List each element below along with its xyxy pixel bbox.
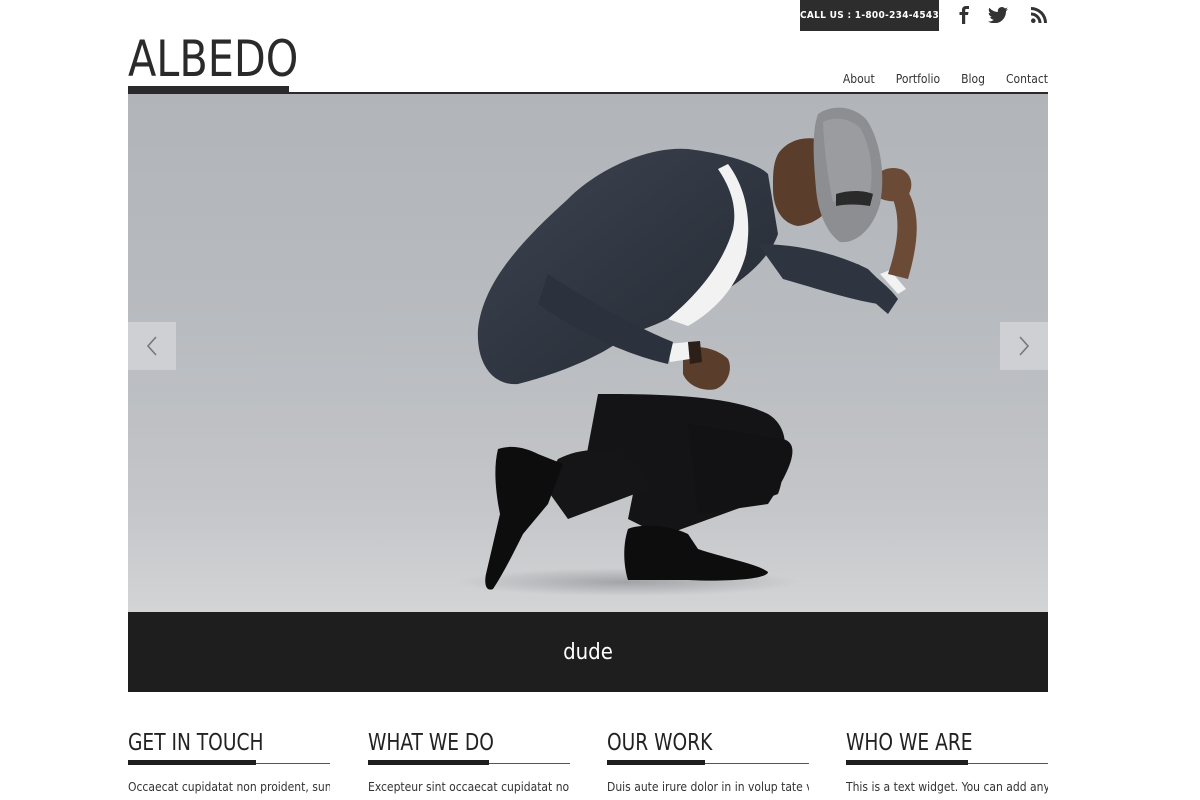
facebook-icon[interactable] [954, 5, 974, 25]
main-nav: About Portfolio Blog Contact [822, 72, 1048, 90]
widget-text: Excepteur sint occaecat cupidatat non [368, 780, 570, 794]
call-us-badge: CALL US : 1-800-234-4543 [800, 0, 939, 31]
widget-title: WHO WE ARE [846, 730, 973, 756]
chevron-right-icon [1019, 336, 1030, 356]
slide-photo [458, 107, 917, 596]
widget-title: OUR WORK [607, 730, 713, 756]
widget-title: GET IN TOUCH [128, 730, 264, 756]
widget-who-we-are: WHO WE ARE This is a text widget. You ca… [846, 728, 1048, 794]
widget-underline [128, 760, 330, 765]
widget-what-we-do: WHAT WE DO Excepteur sint occaecat cupid… [368, 728, 570, 794]
widget-title: WHAT WE DO [368, 730, 494, 756]
widget-get-in-touch: GET IN TOUCH Occaecat cupidatat non proi… [128, 728, 330, 794]
widget-text: Occaecat cupidatat non proident, sunt in [128, 780, 330, 794]
widget-underline [368, 760, 570, 765]
widget-text: This is a text widget. You can add any [846, 780, 1048, 794]
hero-slider [128, 94, 1048, 612]
site-logo[interactable]: ALBEDO [128, 30, 298, 88]
nav-portfolio[interactable]: Portfolio [896, 72, 940, 90]
slider-next-button[interactable] [1000, 322, 1048, 370]
chevron-left-icon [146, 336, 157, 356]
nav-about[interactable]: About [843, 72, 875, 90]
rss-icon[interactable] [1029, 5, 1049, 25]
slide-caption-bar: dude [128, 612, 1048, 692]
slide-caption: dude [563, 639, 613, 665]
widget-text: Duis aute irure dolor in in volup tate v… [607, 780, 809, 794]
nav-blog[interactable]: Blog [961, 72, 985, 90]
widget-underline [607, 760, 809, 765]
twitter-icon[interactable] [988, 5, 1008, 25]
widget-our-work: OUR WORK Duis aute irure dolor in in vol… [607, 728, 809, 794]
slider-prev-button[interactable] [128, 322, 176, 370]
nav-contact[interactable]: Contact [1006, 72, 1048, 90]
widget-underline [846, 760, 1048, 765]
